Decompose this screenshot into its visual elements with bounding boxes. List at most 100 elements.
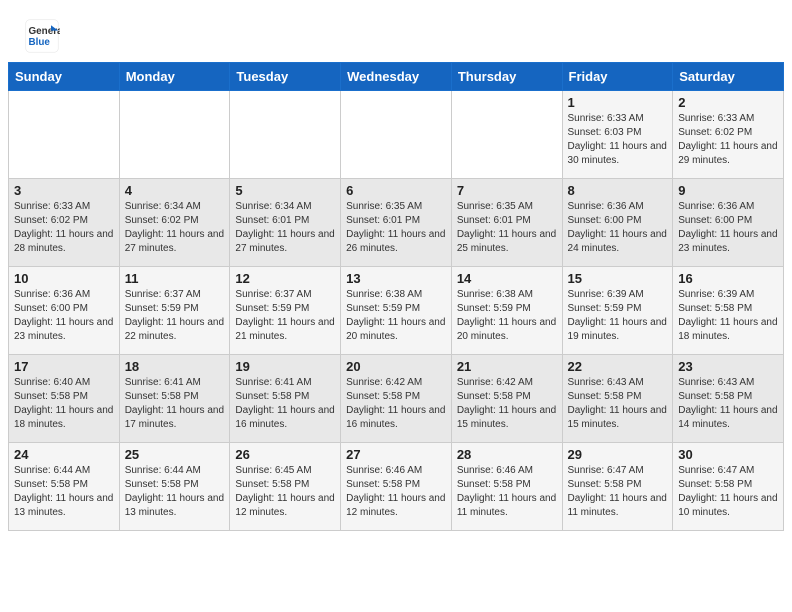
day-info: Sunrise: 6:47 AM Sunset: 5:58 PM Dayligh… — [568, 464, 668, 520]
day-cell — [119, 91, 230, 179]
week-row-5: 24Sunrise: 6:44 AM Sunset: 5:58 PM Dayli… — [9, 443, 784, 531]
day-number: 8 — [568, 183, 668, 198]
day-number: 6 — [346, 183, 446, 198]
day-cell: 17Sunrise: 6:40 AM Sunset: 5:58 PM Dayli… — [9, 355, 120, 443]
day-number: 29 — [568, 447, 668, 462]
day-cell: 7 Sunrise: 6:35 AM Sunset: 6:01 PM Daylig… — [451, 179, 562, 267]
day-number: 17 — [14, 359, 114, 374]
day-cell: 26 Sunrise: 6:45 AM Sunset: 5:58 PM Dayli… — [230, 443, 341, 531]
col-header-saturday: Saturday — [673, 63, 784, 91]
day-number: 30 — [678, 447, 778, 462]
day-cell: 15Sunrise: 6:39 AM Sunset: 5:59 PM Dayli… — [562, 267, 673, 355]
day-number: 19 — [235, 359, 335, 374]
col-header-tuesday: Tuesday — [230, 63, 341, 91]
day-cell: 23Sunrise: 6:43 AM Sunset: 5:58 PM Dayli… — [673, 355, 784, 443]
day-number: 18 — [125, 359, 225, 374]
day-number: 26 — [235, 447, 335, 462]
day-info: Sunrise: 6:37 AM Sunset: 5:59 PM Dayligh… — [125, 288, 225, 344]
day-info: Sunrise: 6:34 AM Sunset: 6:02 PM Dayligh… — [125, 200, 225, 256]
day-info: Sunrise: 6:33 AM Sunset: 6:03 PM Dayligh… — [568, 112, 668, 168]
day-info: Sunrise: 6:39 AM Sunset: 5:59 PM Dayligh… — [568, 288, 668, 344]
day-info: Sunrise: 6:46 AM Sunset: 5:58 PM Dayligh… — [457, 464, 557, 520]
day-cell: 29 Sunrise: 6:47 AM Sunset: 5:58 PM Dayli… — [562, 443, 673, 531]
day-cell: 6 Sunrise: 6:35 AM Sunset: 6:01 PM Daylig… — [341, 179, 452, 267]
day-info: Sunrise: 6:38 AM Sunset: 5:59 PM Dayligh… — [457, 288, 557, 344]
day-number: 28 — [457, 447, 557, 462]
day-info: Sunrise: 6:42 AM Sunset: 5:58 PM Dayligh… — [457, 376, 557, 432]
day-number: 2 — [678, 95, 778, 110]
calendar-body: 1 Sunrise: 6:33 AM Sunset: 6:03 PM Daylig… — [9, 91, 784, 531]
day-info: Sunrise: 6:38 AM Sunset: 5:59 PM Dayligh… — [346, 288, 446, 344]
logo: General Blue — [24, 18, 64, 54]
day-cell: 27 Sunrise: 6:46 AM Sunset: 5:58 PM Dayli… — [341, 443, 452, 531]
day-cell: 19 Sunrise: 6:41 AM Sunset: 5:58 PM Dayli… — [230, 355, 341, 443]
day-cell: 2 Sunrise: 6:33 AM Sunset: 6:02 PM Daylig… — [673, 91, 784, 179]
day-info: Sunrise: 6:43 AM Sunset: 5:58 PM Dayligh… — [568, 376, 668, 432]
day-cell: 28 Sunrise: 6:46 AM Sunset: 5:58 PM Dayli… — [451, 443, 562, 531]
day-number: 11 — [125, 271, 225, 286]
week-row-3: 10Sunrise: 6:36 AM Sunset: 6:00 PM Dayli… — [9, 267, 784, 355]
day-cell — [341, 91, 452, 179]
day-cell: 10Sunrise: 6:36 AM Sunset: 6:00 PM Dayli… — [9, 267, 120, 355]
day-cell: 18 Sunrise: 6:41 AM Sunset: 5:58 PM Dayli… — [119, 355, 230, 443]
day-number: 20 — [346, 359, 446, 374]
day-info: Sunrise: 6:45 AM Sunset: 5:58 PM Dayligh… — [235, 464, 335, 520]
day-info: Sunrise: 6:41 AM Sunset: 5:58 PM Dayligh… — [125, 376, 225, 432]
day-cell: 12Sunrise: 6:37 AM Sunset: 5:59 PM Dayli… — [230, 267, 341, 355]
day-number: 22 — [568, 359, 668, 374]
calendar-wrapper: SundayMondayTuesdayWednesdayThursdayFrid… — [0, 62, 792, 539]
day-number: 16 — [678, 271, 778, 286]
day-info: Sunrise: 6:34 AM Sunset: 6:01 PM Dayligh… — [235, 200, 335, 256]
day-cell: 21 Sunrise: 6:42 AM Sunset: 5:58 PM Dayli… — [451, 355, 562, 443]
calendar-table: SundayMondayTuesdayWednesdayThursdayFrid… — [8, 62, 784, 531]
week-row-1: 1 Sunrise: 6:33 AM Sunset: 6:03 PM Daylig… — [9, 91, 784, 179]
logo-icon: General Blue — [24, 18, 60, 54]
day-number: 24 — [14, 447, 114, 462]
week-row-2: 3 Sunrise: 6:33 AM Sunset: 6:02 PM Daylig… — [9, 179, 784, 267]
day-info: Sunrise: 6:36 AM Sunset: 6:00 PM Dayligh… — [678, 200, 778, 256]
day-number: 14 — [457, 271, 557, 286]
week-row-4: 17Sunrise: 6:40 AM Sunset: 5:58 PM Dayli… — [9, 355, 784, 443]
day-number: 25 — [125, 447, 225, 462]
day-info: Sunrise: 6:33 AM Sunset: 6:02 PM Dayligh… — [678, 112, 778, 168]
calendar-header: SundayMondayTuesdayWednesdayThursdayFrid… — [9, 63, 784, 91]
day-number: 5 — [235, 183, 335, 198]
day-number: 27 — [346, 447, 446, 462]
day-number: 1 — [568, 95, 668, 110]
page-header: General Blue — [0, 0, 792, 62]
day-info: Sunrise: 6:36 AM Sunset: 6:00 PM Dayligh… — [568, 200, 668, 256]
day-cell: 8 Sunrise: 6:36 AM Sunset: 6:00 PM Daylig… — [562, 179, 673, 267]
day-number: 21 — [457, 359, 557, 374]
day-info: Sunrise: 6:33 AM Sunset: 6:02 PM Dayligh… — [14, 200, 114, 256]
day-number: 13 — [346, 271, 446, 286]
col-header-thursday: Thursday — [451, 63, 562, 91]
svg-text:General: General — [29, 26, 61, 37]
day-number: 10 — [14, 271, 114, 286]
day-number: 4 — [125, 183, 225, 198]
day-cell: 4 Sunrise: 6:34 AM Sunset: 6:02 PM Daylig… — [119, 179, 230, 267]
day-number: 9 — [678, 183, 778, 198]
col-header-wednesday: Wednesday — [341, 63, 452, 91]
svg-text:Blue: Blue — [29, 37, 51, 48]
day-cell: 20 Sunrise: 6:42 AM Sunset: 5:58 PM Dayli… — [341, 355, 452, 443]
day-cell: 24Sunrise: 6:44 AM Sunset: 5:58 PM Dayli… — [9, 443, 120, 531]
day-cell: 14 Sunrise: 6:38 AM Sunset: 5:59 PM Dayli… — [451, 267, 562, 355]
day-info: Sunrise: 6:42 AM Sunset: 5:58 PM Dayligh… — [346, 376, 446, 432]
day-cell — [9, 91, 120, 179]
day-cell: 11 Sunrise: 6:37 AM Sunset: 5:59 PM Dayli… — [119, 267, 230, 355]
day-cell: 1 Sunrise: 6:33 AM Sunset: 6:03 PM Daylig… — [562, 91, 673, 179]
day-info: Sunrise: 6:41 AM Sunset: 5:58 PM Dayligh… — [235, 376, 335, 432]
day-cell: 5 Sunrise: 6:34 AM Sunset: 6:01 PM Daylig… — [230, 179, 341, 267]
day-number: 23 — [678, 359, 778, 374]
day-number: 3 — [14, 183, 114, 198]
day-cell: 3 Sunrise: 6:33 AM Sunset: 6:02 PM Daylig… — [9, 179, 120, 267]
day-cell: 22 Sunrise: 6:43 AM Sunset: 5:58 PM Dayli… — [562, 355, 673, 443]
day-info: Sunrise: 6:46 AM Sunset: 5:58 PM Dayligh… — [346, 464, 446, 520]
col-header-sunday: Sunday — [9, 63, 120, 91]
day-info: Sunrise: 6:35 AM Sunset: 6:01 PM Dayligh… — [346, 200, 446, 256]
day-number: 12 — [235, 271, 335, 286]
day-number: 7 — [457, 183, 557, 198]
day-info: Sunrise: 6:35 AM Sunset: 6:01 PM Dayligh… — [457, 200, 557, 256]
day-info: Sunrise: 6:39 AM Sunset: 5:58 PM Dayligh… — [678, 288, 778, 344]
day-cell: 9 Sunrise: 6:36 AM Sunset: 6:00 PM Daylig… — [673, 179, 784, 267]
